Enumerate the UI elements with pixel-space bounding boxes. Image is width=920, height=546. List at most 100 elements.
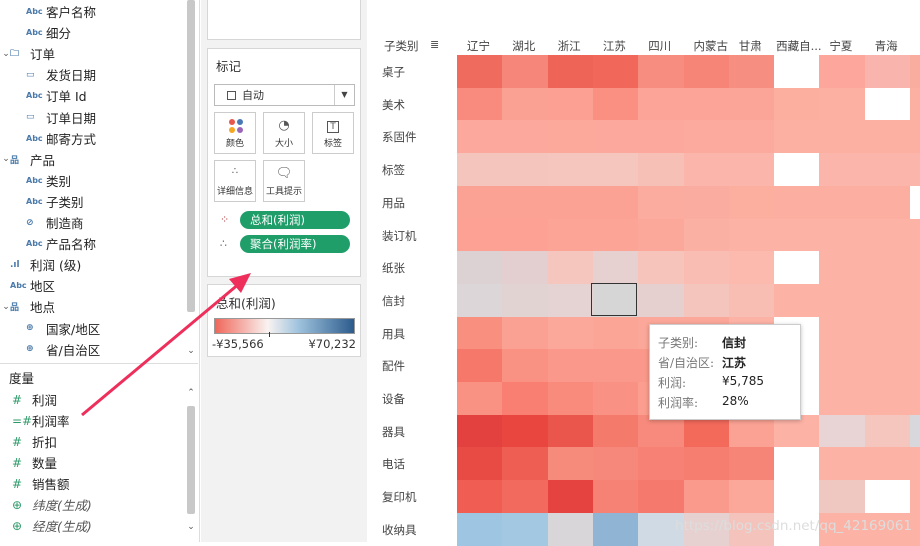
heatmap-cell[interactable]: [502, 251, 549, 285]
dimension-field[interactable]: Abc 细分: [0, 22, 184, 43]
heatmap-cell[interactable]: [547, 480, 594, 514]
heatmap-cell[interactable]: [457, 480, 503, 514]
dimension-field[interactable]: ⊘ 制造商: [0, 212, 184, 233]
heatmap-cell[interactable]: [910, 185, 920, 219]
row-label[interactable]: 复印机: [382, 489, 417, 505]
heatmap-cell[interactable]: [819, 316, 866, 350]
column-header[interactable]: 宁夏: [829, 38, 852, 54]
heatmap-cell[interactable]: [502, 185, 549, 219]
row-label[interactable]: 系固件: [382, 129, 417, 145]
heatmap-cell[interactable]: [864, 447, 911, 481]
heatmap-cell[interactable]: [683, 480, 730, 514]
heatmap-cell[interactable]: [592, 120, 639, 154]
heatmap-cell[interactable]: [774, 283, 820, 318]
column-header[interactable]: 青海: [875, 38, 898, 54]
heatmap-cell[interactable]: [547, 283, 594, 318]
row-label[interactable]: 设备: [382, 391, 405, 407]
profit-ratio-pill[interactable]: 聚合(利润率): [240, 235, 350, 253]
heatmap-cell[interactable]: [864, 55, 911, 89]
heatmap-cell[interactable]: [728, 120, 775, 154]
row-label[interactable]: 电话: [382, 456, 405, 472]
heatmap-cell[interactable]: [774, 218, 820, 252]
dimension-field[interactable]: Abc 子类别: [0, 191, 184, 212]
column-header[interactable]: 江苏: [603, 38, 626, 54]
heatmap-cell[interactable]: [502, 218, 549, 252]
scroll-down-icon[interactable]: ⌄: [185, 346, 197, 356]
scroll-up-icon[interactable]: ⌃: [185, 388, 197, 398]
heatmap-cell[interactable]: [864, 283, 911, 318]
measure-field[interactable]: # 利润: [0, 389, 184, 410]
heatmap-cell[interactable]: [457, 87, 503, 121]
dimension-field[interactable]: Abc 地区: [0, 275, 184, 296]
measure-field[interactable]: ⊕ 经度(生成): [0, 515, 184, 536]
row-label[interactable]: 用品: [382, 195, 405, 211]
heatmap-cell[interactable]: [910, 480, 920, 514]
size-button[interactable]: ◔ 大小: [263, 112, 305, 154]
heatmap-cell[interactable]: [819, 185, 866, 219]
heatmap-cell[interactable]: [457, 185, 503, 219]
heatmap-cell[interactable]: [547, 120, 594, 154]
dimensions-scrollbar[interactable]: ⌄: [185, 0, 197, 362]
heatmap-cell[interactable]: [592, 349, 639, 383]
expand-chevron-icon[interactable]: ⌄: [0, 302, 12, 312]
heatmap-cell[interactable]: [864, 316, 911, 350]
heatmap-cell[interactable]: [457, 218, 503, 252]
column-header[interactable]: 湖北: [512, 38, 535, 54]
heatmap-cell[interactable]: [683, 87, 730, 121]
heatmap-cell[interactable]: [547, 316, 594, 350]
heatmap-cell[interactable]: [683, 185, 730, 219]
row-label[interactable]: 装订机: [382, 228, 417, 244]
dimension-field[interactable]: Abc 产品名称: [0, 233, 184, 254]
measure-field[interactable]: # 数量: [0, 452, 184, 473]
heatmap-cell[interactable]: [683, 120, 730, 154]
heatmap-cell[interactable]: [910, 251, 920, 285]
heatmap-cell[interactable]: [864, 251, 911, 285]
dimension-field[interactable]: ▭ 发货日期: [0, 64, 184, 85]
heatmap-cell[interactable]: [638, 218, 684, 252]
heatmap-cell[interactable]: [819, 480, 866, 514]
measure-field[interactable]: =# 利润率: [0, 410, 184, 431]
dimension-field[interactable]: ⊕ 省/自治区: [0, 339, 184, 360]
heatmap-cell[interactable]: [683, 251, 730, 285]
heatmap-cell[interactable]: [457, 283, 503, 318]
heatmap-cell[interactable]: [457, 349, 503, 383]
expand-chevron-icon[interactable]: ⌄: [0, 49, 12, 59]
heatmap-cell[interactable]: [864, 120, 911, 154]
heatmap-cell[interactable]: [728, 283, 775, 318]
heatmap-cell[interactable]: [547, 349, 594, 383]
heatmap-cell[interactable]: [910, 447, 920, 481]
scroll-thumb[interactable]: [187, 0, 195, 312]
dimension-field[interactable]: Abc 类别: [0, 170, 184, 191]
heatmap-cell[interactable]: [502, 283, 549, 318]
heatmap-cell[interactable]: [592, 87, 639, 121]
heatmap-cell[interactable]: [638, 283, 684, 318]
heatmap-cell[interactable]: [592, 447, 639, 481]
heatmap-cell[interactable]: [774, 87, 820, 121]
heatmap-cell[interactable]: [457, 382, 503, 416]
heatmap-cell[interactable]: [592, 480, 639, 514]
heatmap-cell[interactable]: [547, 87, 594, 121]
heatmap-cell[interactable]: [592, 512, 639, 546]
color-button[interactable]: 颜色: [214, 112, 256, 154]
heatmap-cell[interactable]: [774, 153, 820, 187]
heatmap-cell[interactable]: [910, 414, 920, 448]
heatmap-cell[interactable]: [819, 414, 866, 448]
heatmap-cell[interactable]: [502, 382, 549, 416]
heatmap-cell[interactable]: [638, 153, 684, 187]
heatmap-cell[interactable]: [638, 87, 684, 121]
heatmap-cell[interactable]: [547, 447, 594, 481]
heatmap-cell[interactable]: [819, 218, 866, 252]
row-label[interactable]: 收纳具: [382, 522, 417, 538]
heatmap-cell[interactable]: [774, 120, 820, 154]
heatmap-cell[interactable]: [864, 87, 911, 121]
heatmap-cell[interactable]: [638, 55, 684, 89]
heatmap-cell[interactable]: [547, 185, 594, 219]
heatmap-cell[interactable]: [910, 218, 920, 252]
heatmap-cell[interactable]: [819, 153, 866, 187]
heatmap-cell[interactable]: [547, 153, 594, 187]
dimension-field[interactable]: Abc 客户名称: [0, 1, 184, 22]
heatmap-cell[interactable]: [638, 185, 684, 219]
heatmap-cell[interactable]: [592, 153, 639, 187]
heatmap-cell[interactable]: [910, 55, 920, 89]
heatmap-cell[interactable]: [864, 382, 911, 416]
